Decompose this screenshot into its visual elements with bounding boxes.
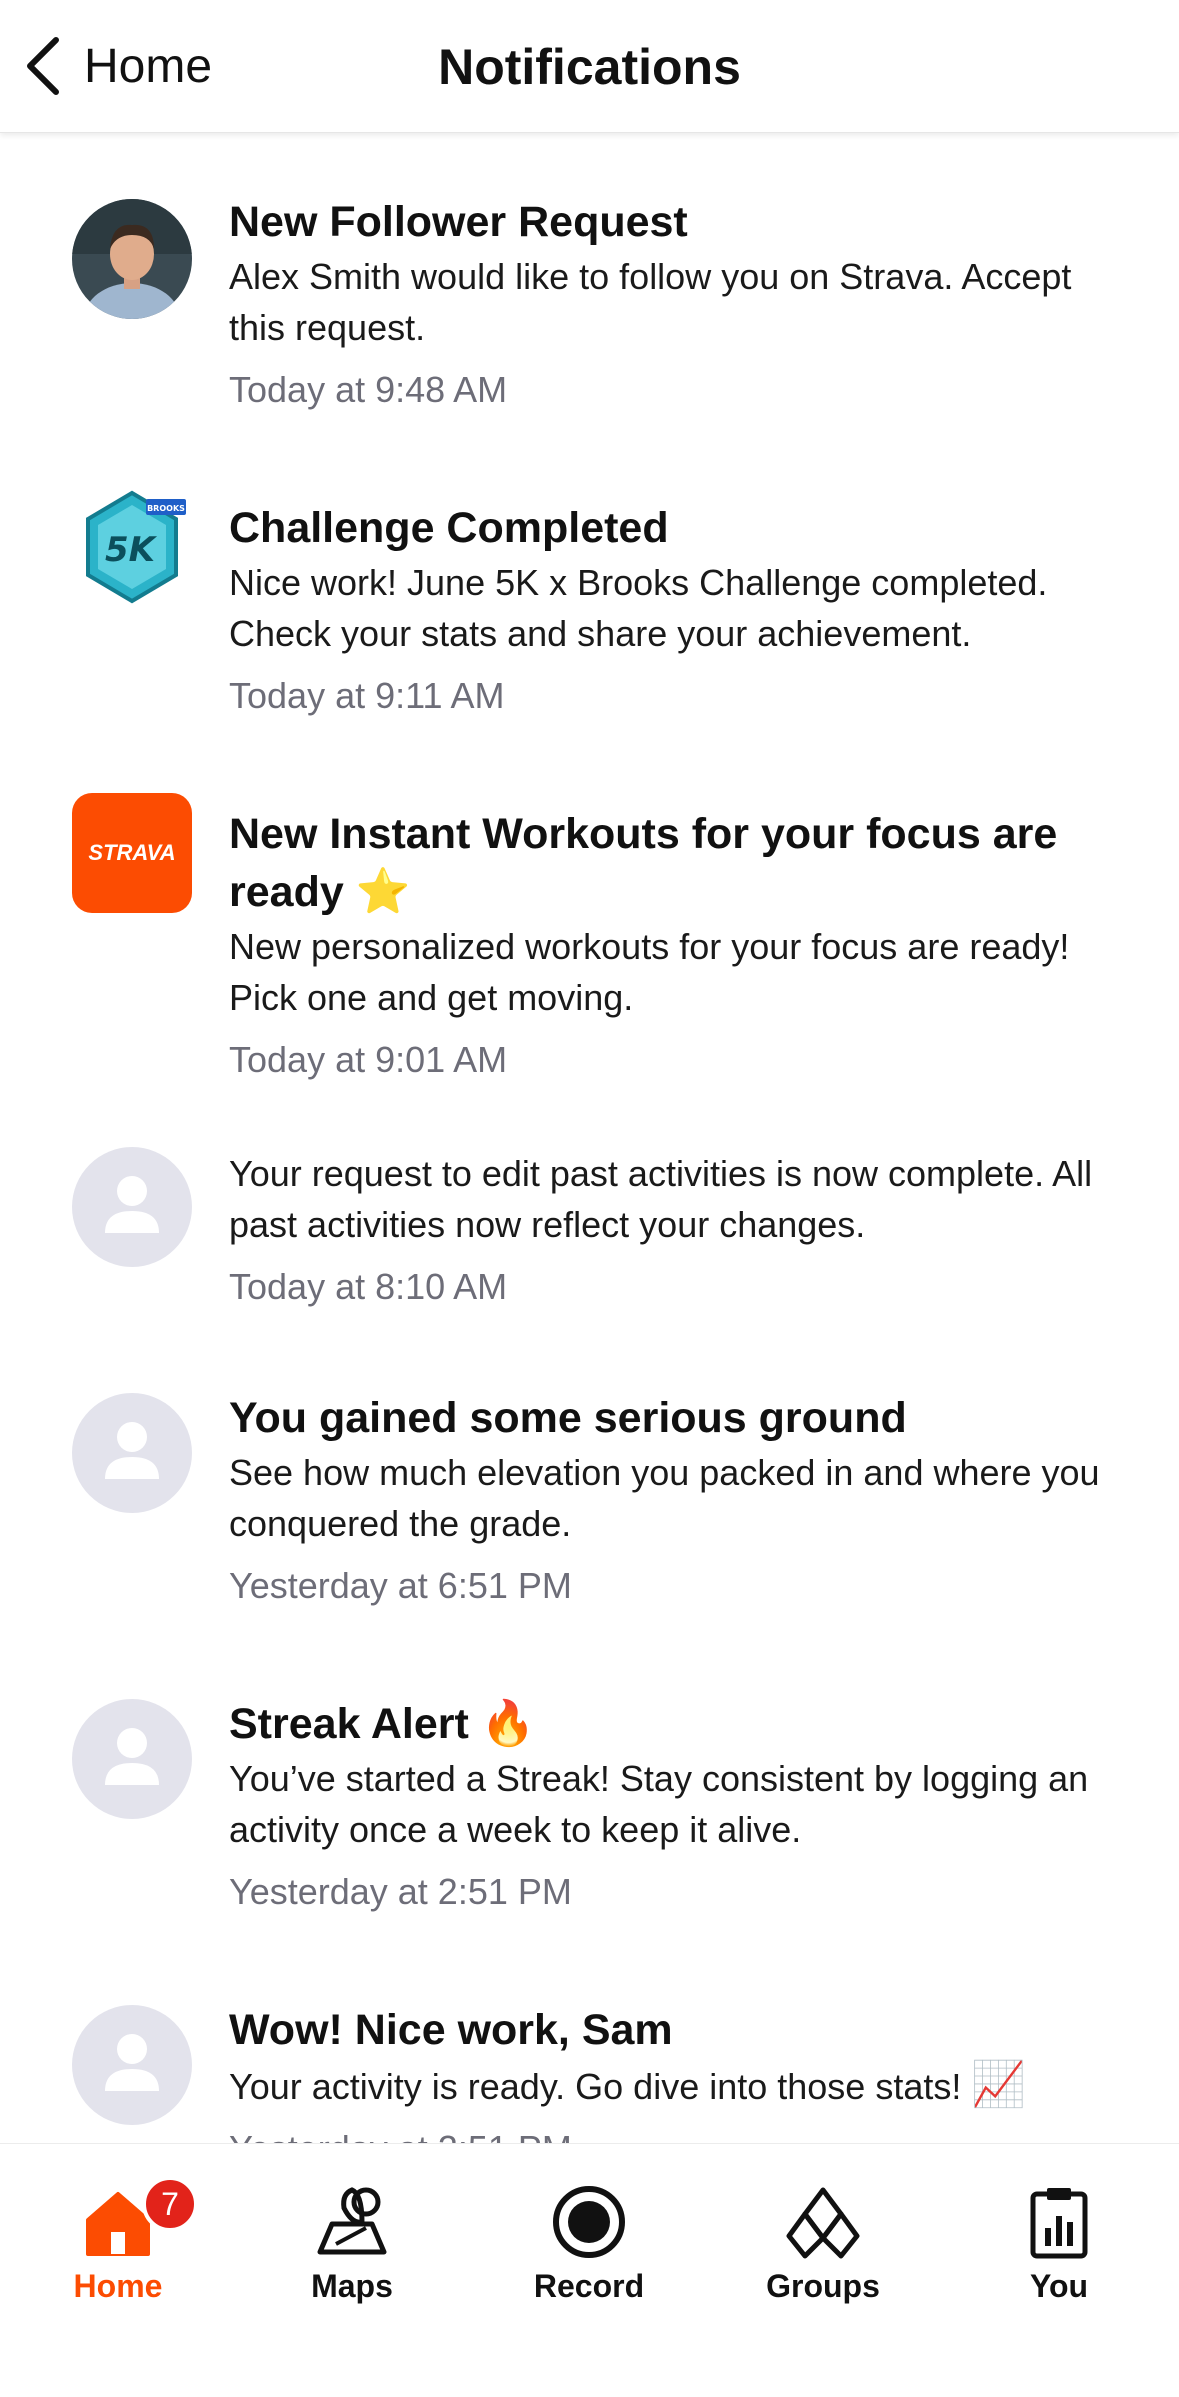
top-nav-bar: Home Notifications — [0, 0, 1179, 133]
strava-logo-text: STRAVA — [88, 840, 176, 865]
badge-text: 5K — [105, 530, 158, 570]
fire-icon: 🔥 — [480, 1699, 536, 1748]
you-icon — [1030, 2188, 1088, 2259]
notification-timestamp: Yesterday at 6:51 PM — [229, 1565, 572, 1606]
groups-icon — [786, 2187, 860, 2259]
tab-maps[interactable]: Maps — [262, 2162, 442, 2312]
notification-body: Alex Smith would like to follow you on S… — [229, 256, 1072, 348]
notification-count-badge: 7 — [142, 2176, 198, 2232]
profile-photo-avatar[interactable] — [72, 199, 192, 319]
chart-increasing-icon: 📈 — [971, 2060, 1027, 2109]
record-icon — [553, 2186, 625, 2258]
notification-title: Streak Alert 🔥 — [229, 1699, 536, 1748]
notification-body: Your activity is ready. Go dive into tho… — [229, 2060, 1027, 2109]
notification-body: Your request to edit past activities is … — [229, 1153, 1093, 1245]
notification-list[interactable]: New Follower Request Alex Smith would li… — [0, 133, 1179, 2143]
tab-label: Home — [73, 2268, 163, 2304]
notification-body: You’ve started a Streak! Stay consistent… — [229, 1758, 1089, 1850]
tab-label: Record — [533, 2268, 645, 2304]
notification-timestamp: Today at 9:01 AM — [229, 1039, 508, 1080]
tab-home[interactable]: 7 Home — [28, 2162, 208, 2312]
notification-timestamp: Yesterday at 2:51 PM — [229, 2124, 1109, 2143]
tab-you[interactable]: You — [969, 2162, 1149, 2312]
page-title: Notifications — [438, 39, 741, 95]
person-photo-icon — [72, 199, 192, 319]
notification-body: See how much elevation you packed in and… — [229, 1452, 1100, 1544]
notification-title: Challenge Completed — [229, 504, 669, 552]
tab-label: You — [1029, 2268, 1089, 2304]
star-icon: ⭐ — [355, 867, 411, 916]
strava-app-icon[interactable]: STRAVA — [72, 793, 192, 913]
notification-title: New Follower Request — [229, 198, 688, 246]
tab-groups[interactable]: Groups — [733, 2162, 913, 2312]
notification-title: New Instant Workouts for your focus are … — [229, 810, 1058, 916]
challenge-badge-icon[interactable]: 5K BROOKS — [72, 487, 192, 607]
tab-label: Maps — [311, 2268, 393, 2304]
notification-body: New personalized workouts for your focus… — [229, 926, 1070, 1018]
notification-timestamp: Yesterday at 2:51 PM — [229, 1871, 572, 1912]
badge-brand: BROOKS — [147, 504, 185, 513]
default-avatar-icon[interactable] — [72, 1699, 192, 1819]
notification-timestamp: Today at 9:11 AM — [229, 675, 505, 716]
maps-icon — [317, 2187, 387, 2255]
notification-body: Nice work! June 5K x Brooks Challenge co… — [229, 562, 1048, 654]
default-avatar-icon[interactable] — [72, 2005, 192, 2125]
notification-timestamp: Today at 8:10 AM — [229, 1266, 508, 1307]
tab-label: Groups — [766, 2268, 880, 2304]
notification-timestamp: Today at 9:48 AM — [229, 369, 508, 410]
default-avatar-icon[interactable] — [72, 1147, 192, 1267]
notification-title: Wow! Nice work, Sam — [229, 2006, 673, 2054]
tab-record[interactable]: Record — [499, 2162, 679, 2312]
bottom-tab-bar: 7 Home Maps Record Groups You — [0, 2143, 1179, 2397]
notification-title: You gained some serious ground — [229, 1394, 907, 1442]
default-avatar-icon[interactable] — [72, 1393, 192, 1513]
